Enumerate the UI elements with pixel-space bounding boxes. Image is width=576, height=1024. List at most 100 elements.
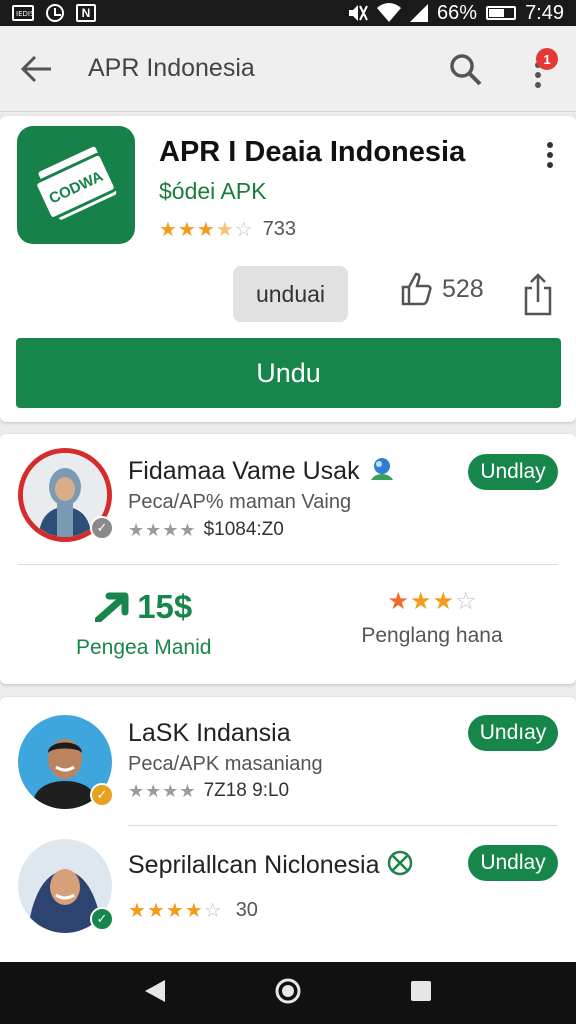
star-icon: ★ — [162, 781, 179, 801]
item-subtitle: Peca/AP% maman Vaing — [128, 491, 352, 513]
search-button[interactable] — [446, 50, 486, 90]
battery-percent: 66% — [437, 1, 478, 24]
star-icon: ★ — [409, 588, 432, 615]
avatar[interactable]: ✓ — [18, 839, 114, 933]
share-icon — [524, 273, 552, 316]
star-icon: ★ — [179, 520, 196, 540]
divider — [18, 564, 558, 565]
item-meta: ★ ★ ★ ★ $1084:Z0 — [128, 519, 284, 541]
thumb-up-icon — [401, 272, 432, 306]
avatar[interactable]: ✓ — [18, 448, 114, 542]
get-button[interactable]: Undlay — [468, 845, 558, 881]
rating-stars: ★ ★ ★ ★ ☆ — [128, 901, 222, 921]
get-button[interactable]: Undıay — [468, 715, 558, 751]
item-meta: ★ ★ ★ ★ 7Z18 9:L0 — [128, 780, 289, 802]
rating-stars: ★ ★ ★ ☆ — [387, 588, 477, 615]
star-icon: ★ — [146, 899, 165, 922]
stat-value: 15$ — [76, 588, 211, 626]
app-developer[interactable]: $ódei APK — [159, 178, 266, 205]
app-list-card: ✓ LaSK Indansia Peca/APK masaniang ★ ★ ★ ★ … — [0, 697, 576, 962]
item-price: $1084:Z0 — [203, 519, 284, 540]
star-icon: ★ — [165, 899, 184, 922]
clock-time: 7:49 — [525, 1, 564, 24]
nav-back-icon — [145, 979, 166, 1002]
star-icon: ★ — [128, 781, 145, 801]
image-notification-icon: IEDIS — [12, 5, 34, 21]
stat-label: Penglang hana — [361, 624, 503, 647]
nfc-icon: N — [76, 4, 96, 22]
page-title: APR Indonesia — [88, 54, 255, 82]
secondary-download-button[interactable]: unduai — [233, 266, 348, 322]
item-title: LaSK Indansia — [128, 719, 291, 747]
stat-label: Pengea Manid — [76, 636, 212, 659]
more-dot — [547, 152, 553, 158]
star-icon: ★ — [145, 781, 162, 801]
stat-trending: 15$ Pengea Manid — [76, 588, 211, 660]
back-button[interactable] — [0, 26, 72, 112]
verified-icon: ✓ — [90, 783, 114, 807]
search-icon — [450, 54, 482, 86]
stat-rating: ★ ★ ★ ☆ Penglang hana — [352, 588, 512, 648]
item-subtitle: Peca/APK masaniang — [128, 753, 323, 775]
rating-stars: ★ ★ ★ ★ — [128, 520, 196, 540]
nav-home-icon — [275, 978, 301, 1003]
star-empty-icon: ☆ — [234, 218, 253, 241]
verified-icon: ✓ — [90, 907, 114, 931]
star-half-icon: ★ — [215, 218, 234, 241]
back-arrow-icon — [20, 55, 51, 82]
install-button[interactable]: Undu — [16, 338, 561, 408]
avatar[interactable]: ✓ — [18, 715, 114, 809]
no-symbol-icon — [388, 850, 413, 876]
item-title: Fidamaa Vame Usak — [128, 456, 397, 486]
star-empty-icon: ☆ — [455, 588, 477, 615]
more-dot — [547, 162, 553, 168]
item-meta-text: 7Z18 9:L0 — [203, 780, 290, 801]
item-meta: ★ ★ ★ ★ ☆ 30 — [128, 899, 258, 922]
get-button[interactable]: Undlay — [468, 454, 558, 490]
app-rating: ★ ★ ★ ★ ☆ 733 — [159, 218, 296, 241]
star-icon: ★ — [432, 588, 455, 615]
overflow-menu-button[interactable]: 1 — [518, 48, 558, 92]
trend-up-icon — [95, 592, 129, 622]
star-icon: ★ — [196, 218, 215, 241]
like-count: 528 — [442, 274, 484, 303]
star-icon: ★ — [177, 218, 196, 241]
more-dot — [535, 72, 541, 78]
star-icon: ★ — [128, 520, 145, 540]
star-icon: ★ — [145, 520, 162, 540]
globe-icon — [370, 458, 393, 480]
more-dot — [535, 82, 541, 88]
rating-stars: ★ ★ ★ ★ ☆ — [159, 220, 253, 240]
star-icon: ★ — [387, 588, 409, 615]
more-vert-icon — [547, 142, 553, 148]
rating-count: 30 — [235, 899, 258, 921]
app-detail-card: CODWA APR I Deaia Indonesia $ódei APK ★ ★… — [0, 116, 576, 422]
nav-home-button[interactable] — [274, 977, 302, 1010]
app-more-button[interactable] — [540, 140, 560, 170]
status-bar: IEDIS N 66% 7:49 — [0, 0, 576, 26]
like-button[interactable]: 528 — [400, 272, 484, 306]
divider — [128, 825, 558, 826]
star-icon: ★ — [162, 520, 179, 540]
app-logo: CODWA — [17, 126, 135, 244]
rating-stars: ★ ★ ★ ★ — [128, 781, 196, 801]
star-icon: ★ — [159, 218, 177, 241]
share-button[interactable] — [522, 272, 554, 316]
item-title: Seprilallcan Niclonesia — [128, 849, 414, 880]
notification-badge: 1 — [536, 48, 558, 70]
nav-recents-button[interactable] — [409, 979, 433, 1008]
app-bar: APR Indonesia 1 — [0, 26, 576, 112]
nav-recents-icon — [410, 980, 431, 1001]
app-list-card: ✓ Fidamaa Vame Usak Peca/AP% maman Vaing… — [0, 434, 576, 684]
nav-back-button[interactable] — [143, 978, 167, 1009]
star-icon: ★ — [179, 781, 196, 801]
app-title: APR I Deaia Indonesia — [159, 136, 466, 168]
wifi-icon — [377, 3, 402, 23]
mute-icon — [349, 5, 368, 21]
battery-icon — [486, 6, 517, 20]
signal-icon — [410, 4, 429, 22]
system-nav-bar — [0, 962, 576, 1024]
item-title-text: Fidamaa Vame Usak — [128, 457, 360, 485]
rating-count: 733 — [262, 218, 297, 240]
star-icon: ★ — [128, 899, 146, 922]
